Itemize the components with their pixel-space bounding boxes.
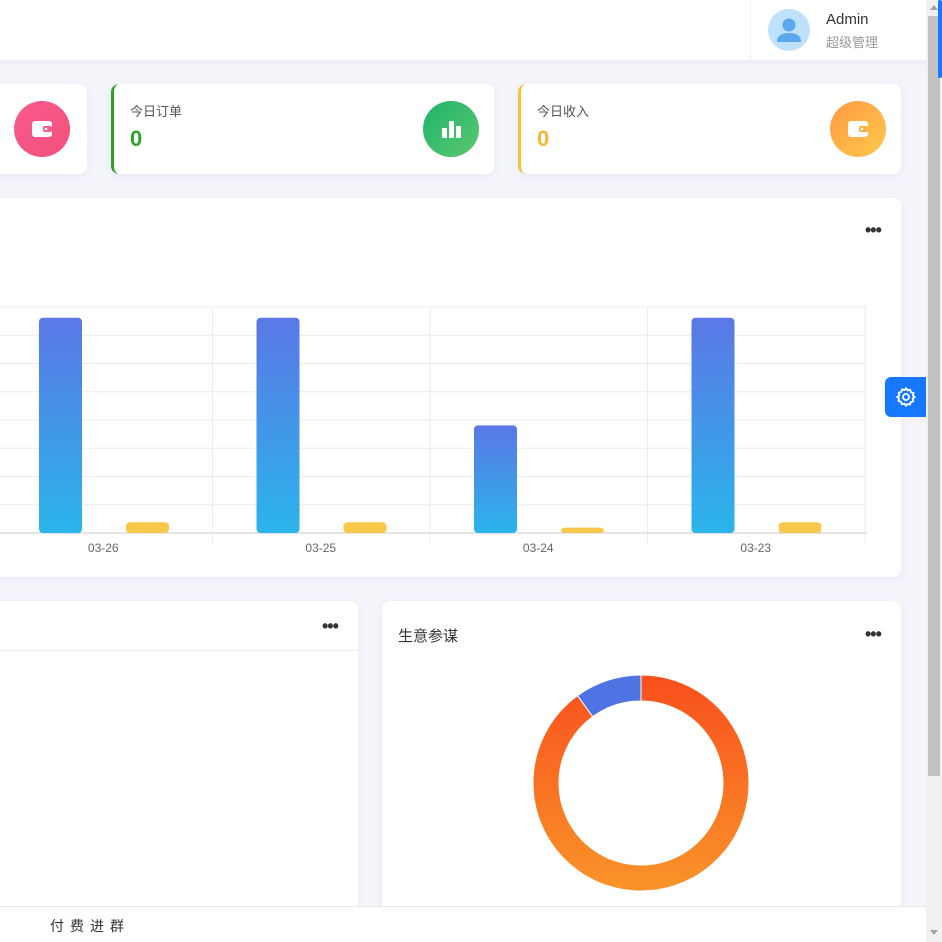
bar-series-2[interactable] <box>778 522 822 533</box>
stat-card-income: 今日收入 0 <box>518 84 901 174</box>
footer-bar: 付费进群 <box>0 906 926 942</box>
stat-card-sales <box>0 84 87 174</box>
bar-series-2[interactable] <box>126 522 169 533</box>
user-name: Admin <box>826 11 869 28</box>
order-chart-card: ••• 03-26 03-25 03-24 03-23 <box>0 198 901 577</box>
more-options-button[interactable]: ••• <box>322 617 339 635</box>
wallet-icon <box>14 101 70 157</box>
wallet-icon <box>830 101 886 157</box>
stat-card-orders: 今日订单 0 <box>111 84 494 174</box>
scroll-thumb[interactable] <box>928 16 940 776</box>
donut-slice-1[interactable] <box>532 674 750 892</box>
bar-series-1[interactable] <box>256 317 300 533</box>
x-axis-tick-label: 03-23 <box>740 541 771 555</box>
list-card: ••• <box>0 601 358 941</box>
stat-label: 今日订单 <box>130 104 183 119</box>
stat-value: 0 <box>537 126 550 151</box>
scroll-up-arrow-icon[interactable] <box>930 5 938 10</box>
bar-chart-icon <box>423 101 479 157</box>
bar-series-1[interactable] <box>691 317 735 533</box>
top-navbar: Admin 超级管理 <box>0 0 926 60</box>
user-avatar-icon[interactable] <box>768 9 810 51</box>
stat-label: 今日收入 <box>537 104 590 119</box>
stat-value: 0 <box>130 126 143 151</box>
bar-series-1[interactable] <box>474 425 517 533</box>
divider <box>0 650 358 651</box>
business-advisor-card: 生意参谋 ••• <box>382 601 901 941</box>
x-axis-tick-label: 03-24 <box>523 541 554 555</box>
edge-accent <box>938 0 942 78</box>
bar-series-2[interactable] <box>343 522 387 533</box>
x-axis-tick-label: 03-26 <box>88 541 119 555</box>
bar-series-2[interactable] <box>561 527 604 533</box>
user-role: 超级管理 <box>826 35 879 50</box>
user-menu[interactable]: Admin 超级管理 <box>750 0 926 60</box>
bar-chart: 03-26 03-25 03-24 03-23 <box>0 306 867 555</box>
bar-series-1[interactable] <box>39 317 82 533</box>
page-scrollbar[interactable] <box>926 0 942 942</box>
donut-chart <box>532 674 750 892</box>
join-group-link[interactable]: 付费进群 <box>50 916 130 936</box>
settings-button[interactable] <box>885 377 926 417</box>
dashboard: Admin 超级管理 今日订单 0 今日收入 0 ••• 03-26 03-25… <box>0 0 942 942</box>
scroll-down-arrow-icon[interactable] <box>930 930 938 935</box>
x-axis-tick-label: 03-25 <box>305 541 336 555</box>
gear-icon <box>895 386 916 408</box>
